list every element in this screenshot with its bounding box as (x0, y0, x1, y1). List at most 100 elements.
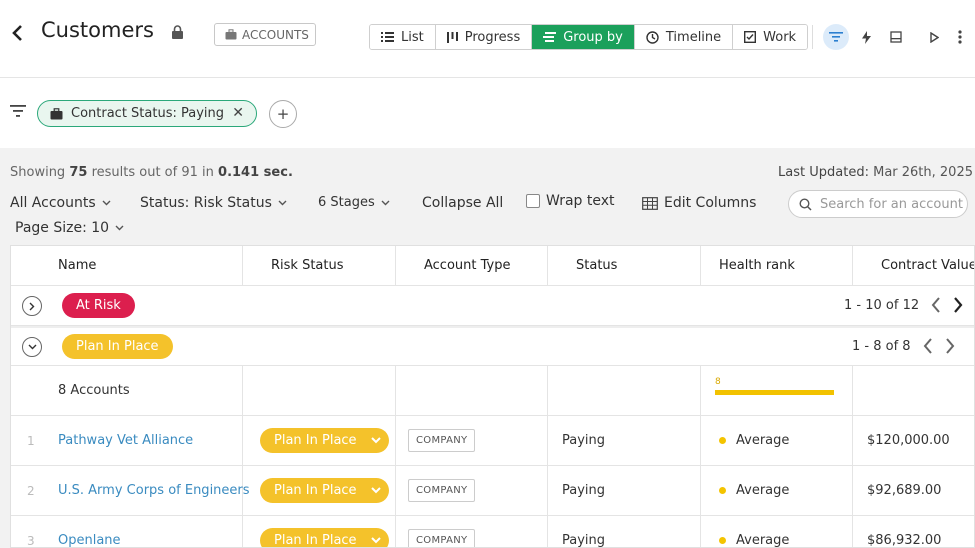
risk-status-dropdown[interactable]: Plan In Place (260, 478, 389, 503)
view-timeline-button[interactable]: Timeline (634, 25, 734, 49)
filter-toggle-button[interactable] (823, 24, 849, 50)
view-list-button[interactable]: List (370, 25, 436, 49)
wrap-text-toggle[interactable]: Wrap text (526, 193, 615, 209)
accounts-dropdown[interactable]: All Accounts (10, 195, 111, 211)
table-row[interactable]: 3 Openlane Plan In Place COMPANY Paying … (11, 516, 974, 548)
chevron-right-icon (29, 302, 35, 310)
health-rank-label: Average (736, 533, 790, 548)
column-header-account-type[interactable]: Account Type (396, 246, 548, 285)
view-progress-button[interactable]: Progress (435, 25, 533, 49)
view-group-by-button[interactable]: Group by (532, 25, 635, 49)
briefcase-icon (225, 29, 237, 40)
collapse-group-button[interactable] (22, 337, 42, 357)
back-arrow-icon[interactable] (10, 22, 26, 44)
health-distribution: 8 (701, 366, 853, 415)
filter-chip-contract-status[interactable]: Contract Status: Paying ✕ (37, 100, 257, 127)
results-mid: results out of (91, 165, 178, 180)
accounts-table: Name Risk Status Account Type Status Hea… (10, 245, 975, 548)
account-name[interactable]: Openlane (58, 533, 121, 547)
column-header-contract-value[interactable]: Contract Value (853, 246, 974, 285)
automation-button[interactable] (853, 24, 879, 50)
search-input[interactable]: Search for an account (788, 190, 968, 218)
contract-value-cell: $86,932.00 (867, 533, 942, 548)
play-button[interactable] (921, 24, 947, 50)
expand-group-button[interactable] (22, 296, 42, 316)
risk-status-label: Plan In Place (274, 483, 357, 498)
edit-columns-button[interactable]: Edit Columns (642, 195, 756, 211)
view-group-by-label: Group by (563, 29, 623, 45)
contract-value-cell: $120,000.00 (867, 433, 950, 448)
status-cell: Paying (548, 416, 701, 465)
account-name[interactable]: Pathway Vet Alliance (58, 433, 193, 448)
search-placeholder: Search for an account (820, 196, 963, 212)
results-time: 0.141 sec. (218, 165, 293, 180)
checkbox-icon (744, 31, 757, 43)
risk-status-label: Plan In Place (274, 533, 357, 548)
health-rank-label: Average (736, 483, 790, 498)
chevron-down-icon (278, 200, 287, 206)
briefcase-icon (50, 107, 63, 119)
risk-status-dropdown[interactable]: Plan In Place (260, 528, 389, 548)
remove-filter-icon[interactable]: ✕ (232, 105, 244, 121)
contract-value-cell: $92,689.00 (867, 483, 942, 498)
summary-cell (853, 366, 974, 415)
health-dot-icon (719, 487, 726, 494)
column-header-status[interactable]: Status (548, 246, 701, 285)
chevron-down-icon (370, 437, 381, 444)
risk-status-dropdown[interactable]: Plan In Place (260, 428, 389, 453)
page-size-dropdown[interactable]: Page Size: 10 (15, 220, 124, 236)
group-label-plan-in-place: Plan In Place (62, 334, 173, 359)
list-icon (381, 32, 394, 42)
collapse-all-button[interactable]: Collapse All (422, 195, 503, 211)
last-updated: Last Updated: Mar 26th, 2025 (778, 165, 973, 180)
column-header-risk-status[interactable]: Risk Status (243, 246, 396, 285)
group-row-plan-in-place: Plan In Place 1 - 8 of 8 (11, 326, 974, 366)
account-type-tag: COMPANY (408, 529, 476, 547)
table-row[interactable]: 1 Pathway Vet Alliance Plan In Place COM… (11, 416, 974, 466)
collapse-all-label: Collapse All (422, 195, 504, 211)
add-filter-button[interactable]: + (269, 100, 297, 128)
group-summary-row: 8 Accounts 8 (11, 366, 974, 416)
chevron-down-icon (381, 200, 390, 205)
chevron-left-icon[interactable] (923, 338, 933, 354)
table-row[interactable]: 2 U.S. Army Corps of Engineers Plan In P… (11, 466, 974, 516)
chevron-left-icon[interactable] (931, 297, 941, 313)
wrap-text-checkbox[interactable] (526, 194, 540, 208)
view-work-button[interactable]: Work (733, 25, 808, 49)
chevron-down-icon (28, 344, 36, 350)
chevron-right-icon[interactable] (945, 338, 955, 354)
status-cell: Paying (548, 466, 701, 515)
group-pager: 1 - 10 of 12 (844, 297, 963, 313)
account-name[interactable]: U.S. Army Corps of Engineers (58, 483, 250, 498)
toolbar-divider (812, 25, 813, 49)
chevron-right-icon[interactable] (953, 297, 963, 313)
account-name-link[interactable]: Openlane (11, 516, 243, 547)
chevron-down-icon (370, 487, 381, 494)
health-dot-icon (719, 437, 726, 444)
column-header-name[interactable]: Name (11, 246, 243, 285)
results-prefix: Showing (10, 165, 66, 180)
group-row-at-risk: At Risk 1 - 10 of 12 (11, 286, 974, 326)
account-name-link[interactable]: Pathway Vet Alliance (11, 416, 243, 465)
column-header-health-rank[interactable]: Health rank (701, 246, 853, 285)
account-type-cell: COMPANY (396, 466, 548, 515)
summary-cell (243, 366, 396, 415)
health-rank-cell: Average (701, 466, 853, 515)
status-dropdown-label: Status: Risk Status (140, 195, 272, 211)
health-rank-cell: Average (701, 416, 853, 465)
filter-icon[interactable] (10, 104, 26, 118)
view-switcher: List Progress Group by Timeline Work (369, 24, 809, 50)
account-name-link[interactable]: U.S. Army Corps of Engineers (11, 466, 250, 515)
lock-icon (172, 25, 183, 39)
progress-icon (446, 31, 458, 43)
layout-button[interactable] (883, 24, 909, 50)
plus-icon: + (276, 105, 290, 123)
table-icon (642, 196, 658, 210)
more-options-button[interactable] (947, 24, 973, 50)
accounts-badge[interactable]: ACCOUNTS (214, 23, 316, 46)
stages-dropdown[interactable]: 6 Stages (318, 195, 390, 210)
view-timeline-label: Timeline (665, 29, 722, 45)
risk-status-cell: Plan In Place (243, 416, 396, 465)
accounts-dropdown-label: All Accounts (10, 195, 96, 211)
status-dropdown[interactable]: Status: Risk Status (140, 195, 287, 211)
